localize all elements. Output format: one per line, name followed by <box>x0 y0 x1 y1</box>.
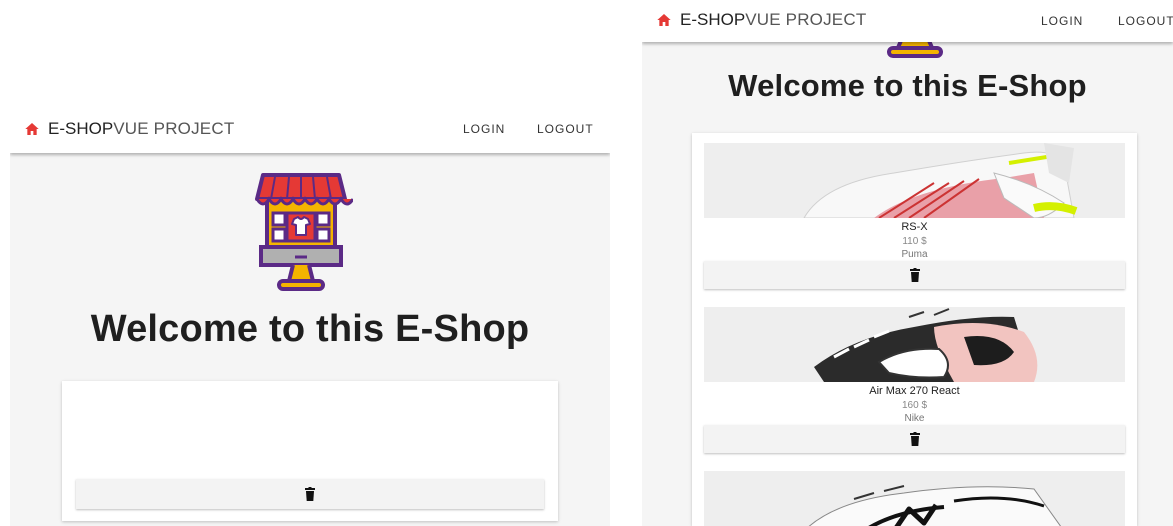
home-icon <box>25 123 39 135</box>
product-name: Air Max 270 React <box>869 385 960 397</box>
product-price: 110 $ <box>902 236 927 247</box>
home-icon <box>657 14 671 26</box>
delete-button[interactable] <box>704 261 1125 289</box>
login-button[interactable]: LOGIN <box>463 105 505 153</box>
welcome-title: Welcome to this E-Shop <box>728 68 1087 103</box>
trash-icon <box>305 487 315 501</box>
delete-button[interactable] <box>76 479 544 509</box>
app-bar: E-SHOPVUE PROJECT LOGIN LOGOUT <box>10 105 610 153</box>
right-screenshot: E-SHOPVUE PROJECT LOGIN LOGOUT Welcome t… <box>642 0 1173 526</box>
logout-button[interactable]: LOGOUT <box>1118 0 1173 42</box>
logout-button[interactable]: LOGOUT <box>537 105 594 153</box>
trash-icon <box>909 432 920 446</box>
trash-icon <box>909 268 920 282</box>
shop-storefront-logo <box>255 173 353 291</box>
brand-rest: VUE PROJECT <box>113 119 235 138</box>
product-brand: Puma <box>901 249 928 260</box>
delete-button[interactable] <box>704 425 1125 453</box>
brand-strong: E-SHOP <box>48 119 114 138</box>
products-card: RS-X 110 $ Puma Air Max 270 React 160 $ … <box>692 133 1137 526</box>
product-name: RS-X <box>901 221 928 233</box>
product-price: 160 $ <box>901 400 928 411</box>
product-brand: Nike <box>904 413 925 424</box>
product-card-empty <box>62 381 558 521</box>
welcome-title: Welcome to this E-Shop <box>90 308 530 350</box>
brand-rest: VUE PROJECT <box>745 10 867 29</box>
brand-strong: E-SHOP <box>680 10 746 29</box>
login-button[interactable]: LOGIN <box>1041 0 1083 42</box>
brand[interactable]: E-SHOPVUE PROJECT <box>656 0 866 40</box>
product-item <box>704 471 1125 526</box>
left-screenshot: E-SHOPVUE PROJECT LOGIN LOGOUT Welcome t… <box>10 105 610 526</box>
product-image <box>704 471 1125 526</box>
product-item: Air Max 270 React 160 $ Nike <box>704 307 1125 453</box>
product-item: RS-X 110 $ Puma <box>704 143 1125 289</box>
product-image <box>704 307 1125 382</box>
app-bar: E-SHOPVUE PROJECT LOGIN LOGOUT <box>642 0 1173 42</box>
product-image <box>704 143 1125 218</box>
brand[interactable]: E-SHOPVUE PROJECT <box>24 105 234 153</box>
